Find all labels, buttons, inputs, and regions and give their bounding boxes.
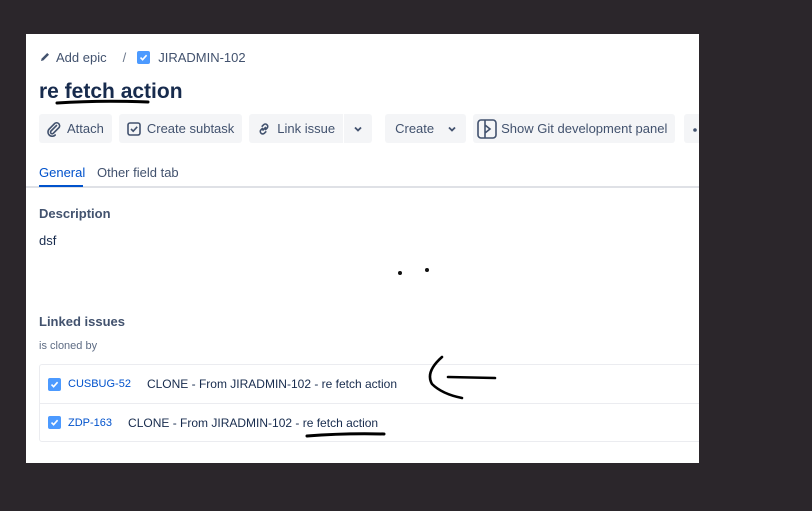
issue-view-panel: Add epic / JIRADMIN-102 re fetch action … bbox=[26, 34, 699, 463]
issue-toolbar: Attach Create subtask Link issue Create bbox=[39, 114, 699, 143]
active-tab-indicator bbox=[39, 185, 83, 187]
linked-issue-key[interactable]: ZDP-163 bbox=[68, 417, 112, 429]
chevron-down-icon bbox=[352, 123, 364, 135]
breadcrumb: Add epic / JIRADMIN-102 bbox=[39, 49, 246, 65]
task-checkbox-icon bbox=[48, 416, 61, 429]
chevron-down-icon bbox=[446, 123, 458, 135]
annotation-dot bbox=[398, 271, 402, 275]
page-title[interactable]: re fetch action bbox=[39, 80, 183, 104]
annotation-dot bbox=[425, 268, 429, 272]
create-subtask-label: Create subtask bbox=[146, 121, 235, 136]
linked-issue-key[interactable]: CUSBUG-52 bbox=[68, 378, 131, 390]
create-label: Create bbox=[395, 121, 435, 136]
link-issue-dropdown-button[interactable] bbox=[344, 114, 373, 143]
more-icon bbox=[692, 121, 699, 136]
linked-issue-summary[interactable]: CLONE - From JIRADMIN-102 - re fetch act… bbox=[147, 377, 397, 391]
create-subtask-button[interactable]: Create subtask bbox=[118, 114, 243, 143]
link-issue-label: Link issue bbox=[277, 121, 336, 136]
link-icon bbox=[255, 120, 273, 138]
breadcrumb-separator: / bbox=[122, 49, 127, 65]
attach-button[interactable]: Attach bbox=[39, 114, 112, 143]
git-panel-icon bbox=[476, 118, 498, 140]
add-epic-link[interactable]: Add epic bbox=[56, 50, 107, 65]
link-issue-button[interactable]: Link issue bbox=[249, 114, 344, 143]
pencil-icon bbox=[39, 51, 51, 63]
git-panel-label: Show Git development panel bbox=[501, 121, 668, 136]
description-value[interactable]: dsf bbox=[39, 233, 56, 248]
tab-other-field[interactable]: Other field tab bbox=[97, 165, 179, 180]
list-item[interactable]: ZDP-163 CLONE - From JIRADMIN-102 - re f… bbox=[40, 403, 699, 441]
show-git-panel-button[interactable]: Show Git development panel bbox=[473, 114, 676, 143]
issue-key-link[interactable]: JIRADMIN-102 bbox=[158, 50, 245, 65]
task-checkbox-icon bbox=[137, 50, 151, 64]
attach-label: Attach bbox=[67, 121, 104, 136]
issue-tabs: General Other field tab bbox=[26, 159, 699, 188]
create-button[interactable]: Create bbox=[385, 114, 467, 143]
more-actions-button[interactable] bbox=[684, 114, 699, 143]
linked-issue-summary[interactable]: CLONE - From JIRADMIN-102 - re fetch act… bbox=[128, 416, 378, 430]
paperclip-icon bbox=[45, 120, 63, 138]
link-relation-label: is cloned by bbox=[39, 340, 98, 352]
linked-issues-list: CUSBUG-52 CLONE - From JIRADMIN-102 - re… bbox=[39, 364, 699, 442]
list-item[interactable]: CUSBUG-52 CLONE - From JIRADMIN-102 - re… bbox=[40, 365, 699, 403]
subtask-icon bbox=[125, 120, 143, 138]
task-checkbox-icon bbox=[48, 377, 61, 391]
description-label: Description bbox=[39, 206, 111, 221]
tab-general[interactable]: General bbox=[39, 165, 85, 180]
linked-issues-label: Linked issues bbox=[39, 314, 125, 329]
